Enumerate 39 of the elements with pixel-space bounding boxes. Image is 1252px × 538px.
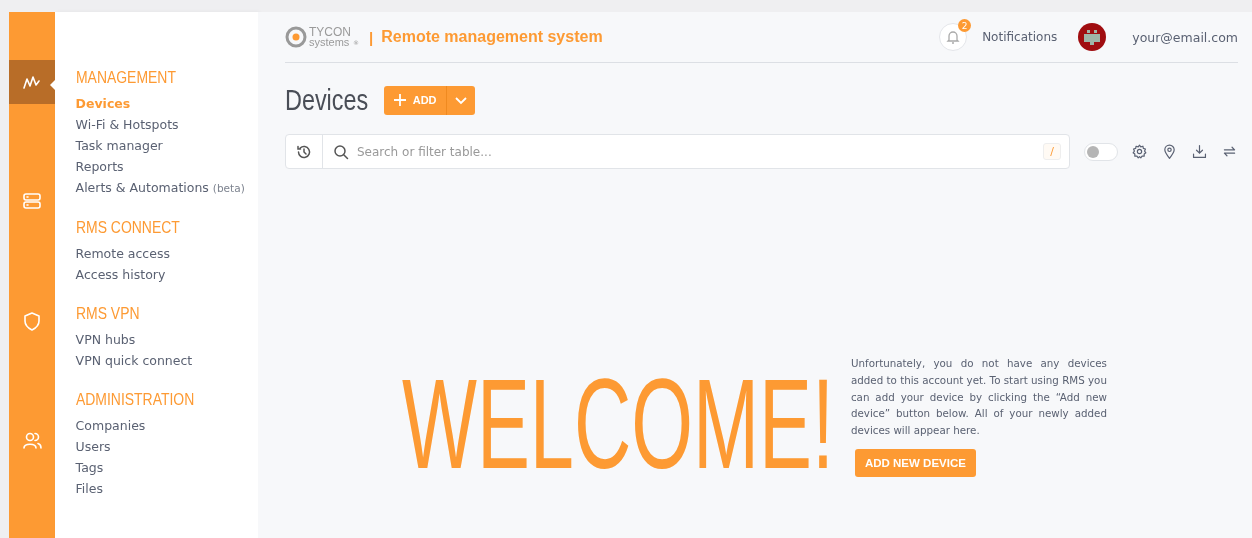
welcome-message: Unfortunately, you do not have any devices added to this account yet. To start using RMS you can add your device by clicking the “Add new device” button below. All of your newly added devices will appear here.: [850, 356, 1107, 439]
shortcut-key: /: [1043, 143, 1061, 160]
search-icon: [333, 143, 349, 160]
logo-text: TYCON: [309, 27, 351, 37]
section-heading: ADMINISTRATION: [75, 390, 194, 410]
sidebar-link[interactable]: Wi-Fi & Hotspots: [75, 114, 258, 135]
history-icon: [296, 143, 312, 160]
settings-icon[interactable]: [1131, 143, 1148, 160]
sidebar-link[interactable]: Task manager: [75, 135, 258, 156]
rail-tab[interactable]: [9, 60, 55, 104]
welcome-heading: WELCOME!: [402, 369, 835, 479]
sidebar-link[interactable]: Companies: [75, 415, 258, 436]
sidebar-link[interactable]: VPN hubs: [75, 329, 258, 350]
sidebar-link[interactable]: Remote access: [75, 243, 258, 264]
app-title: Remote management system: [381, 28, 603, 46]
page-title: Devices: [285, 83, 369, 117]
section-heading: MANAGEMENT: [75, 68, 176, 88]
sidebar-link[interactable]: Access history: [75, 264, 258, 285]
avatar-icon[interactable]: [1078, 23, 1107, 51]
user-email[interactable]: your@email.com: [1132, 29, 1238, 45]
section-heading: RMS VPN: [75, 304, 140, 324]
sidebar-link[interactable]: Users: [75, 436, 258, 457]
notification-count: 2: [958, 19, 972, 32]
download-icon[interactable]: [1191, 143, 1208, 160]
sidebar-link[interactable]: VPN quick connect: [75, 350, 258, 371]
notifications-link[interactable]: Notifications: [982, 30, 1058, 44]
sidebar-link[interactable]: Tags: [75, 457, 258, 478]
toggle-switch[interactable]: [1084, 142, 1118, 161]
bell-icon: [945, 29, 962, 45]
sidebar-link[interactable]: Files: [75, 478, 258, 499]
search-field[interactable]: Search or filter table...: [355, 143, 1044, 160]
logo-subtext: systems: [309, 37, 351, 47]
section-heading: RMS CONNECT: [75, 218, 180, 238]
logo-icon: [285, 26, 307, 48]
separator-text: |: [369, 28, 374, 46]
plus-icon: [392, 93, 407, 107]
sidebar-link[interactable]: Alerts & Automations (beta): [75, 177, 258, 199]
location-pin-icon[interactable]: [1161, 143, 1178, 160]
sidebar-link[interactable]: Reports: [75, 156, 258, 177]
